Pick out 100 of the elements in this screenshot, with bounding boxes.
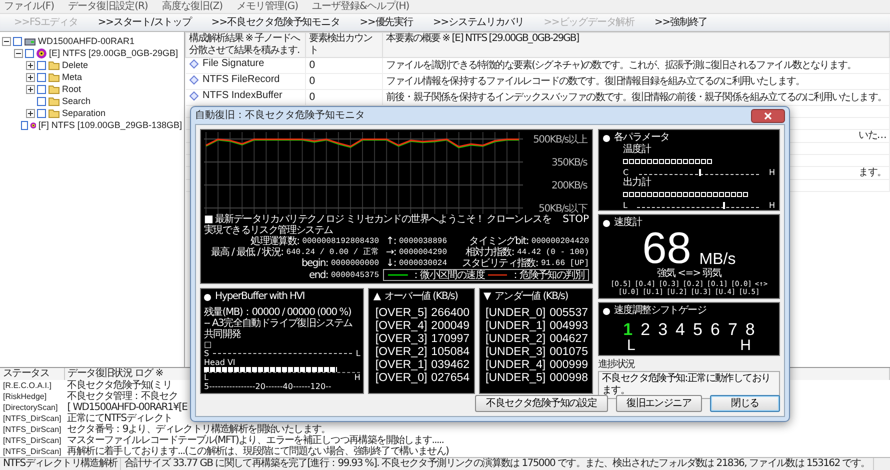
log-message: 不良セクタ危険予知(ミリ [67,380,172,391]
bullet-icon [603,308,610,314]
close-button[interactable] [751,108,785,122]
box-glyph: □ [204,340,213,349]
legend-line-icon [488,273,508,277]
tree-item[interactable]: Separation [62,107,106,119]
stat-value: 0000038896 [398,236,447,247]
value-label: [UNDER_4] [486,359,546,372]
toolbar-button[interactable]: >>優先実行 [350,16,423,30]
log-status: [RiskHedge] [3,392,47,401]
menu-item[interactable]: メモリ管理(G) [236,0,298,12]
collapse-icon[interactable] [2,36,11,46]
value-number: 001075 [550,346,588,359]
log-message: 再解析に着手しております...(この解析は、現段階にて問題ない場合、強制終了で構いません) [67,446,449,457]
menu-item[interactable]: データ復旧設定(R) [68,0,148,12]
checkbox[interactable] [37,60,46,70]
log-message: 不良セクタ管理：不良セク [67,391,178,402]
toolbar-button[interactable]: >>スタート/ストップ [88,16,202,30]
value-label: [OVER_3] [375,333,428,346]
column-header[interactable]: 要素検出カウント [306,32,382,58]
tree-item[interactable]: Search [62,95,91,107]
menu-item[interactable]: ファイル(F) [4,0,54,12]
meter-label: 出力計 [622,177,652,189]
status-text-area[interactable]: 不良セクタ危険予知:正常に動作しております。 [598,371,780,399]
bullet-icon [204,294,211,300]
checkbox[interactable] [37,108,46,118]
gear-number: 1 [623,321,633,339]
tree-item[interactable]: Meta [62,71,82,83]
log-message: [ WD1500AHFD-00RAR1¥[E [67,402,188,413]
log-message: 正常にてNTFSディレクト [67,413,172,424]
gear-number: 2 [640,321,650,339]
checkbox[interactable] [37,84,46,94]
remaining-text: 残量(MB)：00000 / 00000 (000 %) [204,307,352,318]
marker-icon: ▼ [484,291,490,303]
stat-label: ↓: [386,258,396,269]
toolbar-button[interactable]: >>不良セクタ危険予知モニタ [201,16,350,30]
checkbox[interactable] [25,48,34,58]
menu-item[interactable]: ユーザ登録&ヘルプ(H) [312,0,410,12]
bullet-icon [603,220,610,226]
menu-item[interactable]: 高度な復旧(Z) [162,0,222,12]
log-status: [NTFS_DirScan] [3,425,62,434]
value-number: 039462 [431,359,470,372]
legend-line-icon [388,273,408,277]
log-status: [DirectoryScan] [3,403,58,412]
tree-item[interactable]: Delete [62,59,88,71]
toolbar-button[interactable]: >>システムリカバリ [422,16,534,30]
state-text: STOP [562,214,589,227]
expand-icon[interactable] [26,84,35,94]
checkbox[interactable] [13,36,22,46]
legend-label: ：微小区間の速度 [410,270,484,280]
legend-label: ：危険予知の判別 [510,270,584,280]
table-cell: 0 [309,60,314,70]
log-status: [NTFS_DirScan] [3,414,62,423]
column-header[interactable]: ステータス [0,368,64,380]
panel-title: アンダー値 (KB/s) [494,291,568,303]
toolbar-button[interactable]: >>強制終了 [644,16,718,30]
table-cell: 0 [309,76,314,86]
stat-label: end: [308,270,328,280]
scale-label: C [623,168,629,177]
expand-icon[interactable] [26,108,35,118]
stat-label: begin: [301,258,328,269]
node-icon [188,91,198,101]
expand-icon[interactable] [26,60,35,70]
checkbox[interactable] [37,72,46,82]
stat-value: 91.66 [UP] [540,258,589,269]
dialog-button[interactable]: 不良セクタ危険予知の設定 [475,395,608,412]
column-header[interactable]: 本要素の概要 ※ [E] NTFS [29.00GB_0GB-29GB] [382,32,890,58]
checkbox[interactable] [21,120,28,130]
column-header[interactable]: 構成解析結果 ※ 子ノードへ分散させて結果を積みます. [186,32,306,58]
value-number: 027654 [431,372,470,385]
stat-label: スタビリティ指数: [462,258,538,269]
expand-icon[interactable] [26,72,35,82]
value-number: 004993 [550,320,588,333]
tree-item[interactable]: [F] NTFS [109.00GB_29GB-138GB] [38,119,182,131]
note-text: -- A3完全自動ドライブ復旧システム共同開発 [204,318,354,340]
tree-item[interactable]: WD1500AHFD-00RAR1 [38,35,135,47]
tree-item[interactable]: Root [62,83,82,95]
node-icon [188,75,198,85]
gear-number: 7 [728,321,738,339]
status-text: 合計サイズ 33.77 GB に関して再構築を完了[進行：99.93 %]. 不良セクタ予測リンクの演算数は 175000 です。また、検出されたフォルダ数は 21836, ファイル数は 153162 です。 [121,458,874,470]
stat-label: タイミングbit: [469,236,528,247]
scale-caption: 強気 <=> 弱気 [656,268,722,280]
collapse-icon[interactable] [14,48,23,58]
folder-icon [48,84,60,94]
table-cell: 前後・親子関係を保持するインデックスバッファの数です。復旧情報の前後・親子関係を組み立てるのに利用いたします。 [386,92,887,102]
tree-item[interactable]: [E] NTFS [29.00GB_0GB-29GB] [49,47,178,59]
gauge-high-label: H [740,339,751,353]
folder-icon [48,96,60,106]
row-name: NTFS IndexBuffer [202,90,282,102]
value-label: [UNDER_0] [486,307,546,320]
value-number: 000998 [550,372,588,385]
table-cell: いた… [858,130,886,141]
value-label: [OVER_0] [375,372,428,385]
checkbox[interactable] [37,96,46,106]
close-icon [764,112,772,120]
table-cell: ファイル情報を保持するファイルレコードの数です。復旧情報目録を組み立てるのに利用いたします。 [386,76,805,86]
table-cell: ファイルを識別できる特徴的な要素(シグネチャ)の数です。これが、拡張予測に復旧されるファイル数となります。 [386,60,856,70]
scale-label: L [204,373,208,382]
axis-label: 200KB/s [552,180,587,192]
scale-label: H [354,373,360,382]
